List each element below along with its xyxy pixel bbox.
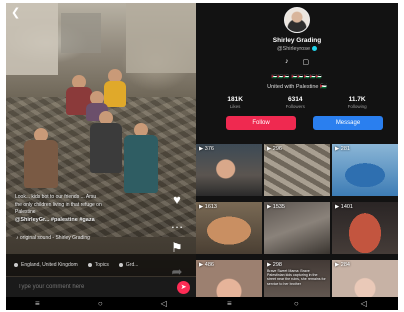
message-button[interactable]: Message <box>313 116 383 130</box>
menu-icon[interactable]: ≡ <box>227 299 232 308</box>
stat-followers[interactable]: 6314 Followers <box>286 96 305 109</box>
profile-name: Shirley Grading <box>272 37 322 44</box>
video-thumbnail[interactable]: ▶ 376 <box>196 144 262 196</box>
video-thumbnail[interactable]: ▶ 281 <box>332 144 398 196</box>
ruined-building <box>126 3 196 73</box>
view-count: ▶ 296 <box>267 146 282 152</box>
verified-badge-icon <box>312 46 318 52</box>
location-tag[interactable]: England, United Kingdom <box>14 262 78 268</box>
profile-stats: 181K Likes 6314 Followers 11.7K Followin… <box>206 96 388 109</box>
topics-icon <box>87 263 92 267</box>
system-nav-bar: ≡ ○ ◁ <box>196 297 398 310</box>
video-thumbnail[interactable]: ▶ 296 <box>264 144 330 196</box>
view-count: ▶ 281 <box>335 146 350 152</box>
video-caption: Look... kids bot to our friends ... Arsu… <box>15 193 165 223</box>
topics-tag[interactable]: Topics <box>87 262 109 268</box>
view-count: ▶ 284 <box>335 262 350 268</box>
home-circle-icon[interactable]: ○ <box>98 299 103 308</box>
system-nav-bar: ≡ ○ ◁ <box>6 297 196 310</box>
tag-icon <box>118 263 123 267</box>
view-count: ▶ 486 <box>199 262 214 268</box>
view-count: ▶ 1401 <box>335 204 353 210</box>
child-figure <box>124 123 158 193</box>
thumbnail-caption: Brave Sweet Mama: Brave Palestinian kids… <box>267 269 326 286</box>
send-arrow-icon[interactable]: ➤ <box>177 280 190 294</box>
social-links: ♪ ▢ <box>196 58 398 66</box>
profile-screen: Shirley Grading @Shirleyrose ♪ ▢ 🇵🇸🇵🇸🇵🇸 … <box>196 3 398 310</box>
sound-label[interactable]: ♪ original sound - Shirley Grading <box>16 235 90 241</box>
comment-input[interactable] <box>18 284 177 290</box>
avatar[interactable] <box>284 7 310 33</box>
profile-bio: United with Palestine 🇵🇸 <box>267 84 327 90</box>
video-player-screen: ❮ ♥ … ⚑ ➦ Look... kids bot to our friend… <box>6 3 196 310</box>
profile-handle-row: @Shirleyrose <box>196 46 398 52</box>
profile-handle: @Shirleyrose <box>276 46 311 52</box>
video-thumbnail[interactable]: ▶ 1613 <box>196 202 262 254</box>
bookmark-icon[interactable]: ⚑ <box>168 241 186 255</box>
follow-button[interactable]: Follow <box>226 116 296 130</box>
extra-tag[interactable]: Grd... <box>118 262 138 268</box>
view-count: ▶ 298 <box>267 262 282 268</box>
heart-icon[interactable]: ♥ <box>168 193 186 207</box>
back-chevron-icon[interactable]: ❮ <box>11 8 20 19</box>
location-pin-icon <box>14 263 18 267</box>
video-thumbnail[interactable]: ▶ 1401 <box>332 202 398 254</box>
back-triangle-icon[interactable]: ◁ <box>361 299 367 308</box>
tiktok-icon[interactable]: ♪ <box>285 58 289 66</box>
view-count: ▶ 1613 <box>199 204 217 210</box>
view-count: ▶ 376 <box>199 146 214 152</box>
menu-icon[interactable]: ≡ <box>35 299 40 308</box>
stat-likes: 181K Likes <box>227 96 243 109</box>
child-figure <box>90 111 122 173</box>
stat-following[interactable]: 11.7K Following <box>348 96 367 109</box>
caption-line: Palestine <box>15 209 36 215</box>
comment-bar: ➤ <box>6 277 196 297</box>
caption-line: Look... kids bot to our friends ... Arsu <box>15 194 97 200</box>
view-count: ▶ 1535 <box>267 204 285 210</box>
caption-line: the only children living in that refuge … <box>15 201 102 208</box>
caption-hashtags[interactable]: @ShirleyGr... #palestine #gaza <box>15 217 165 224</box>
info-tags-strip: England, United Kingdom Topics Grd... <box>6 254 196 276</box>
child-figure <box>24 128 58 188</box>
back-triangle-icon[interactable]: ◁ <box>161 299 167 308</box>
instagram-icon[interactable]: ▢ <box>302 58 309 66</box>
home-circle-icon[interactable]: ○ <box>294 299 299 308</box>
ruined-building <box>61 13 101 53</box>
flags-line: 🇵🇸🇵🇸🇵🇸 🇵🇸🇵🇸🇵🇸🇵🇸🇵🇸 <box>271 74 323 79</box>
video-grid: ▶ 376 ▶ 296 ▶ 281 ▶ 1613 ▶ 1535 ▶ 1401 ▶… <box>196 144 398 310</box>
video-thumbnail[interactable]: ▶ 1535 <box>264 202 330 254</box>
comment-icon[interactable]: … <box>168 217 186 231</box>
